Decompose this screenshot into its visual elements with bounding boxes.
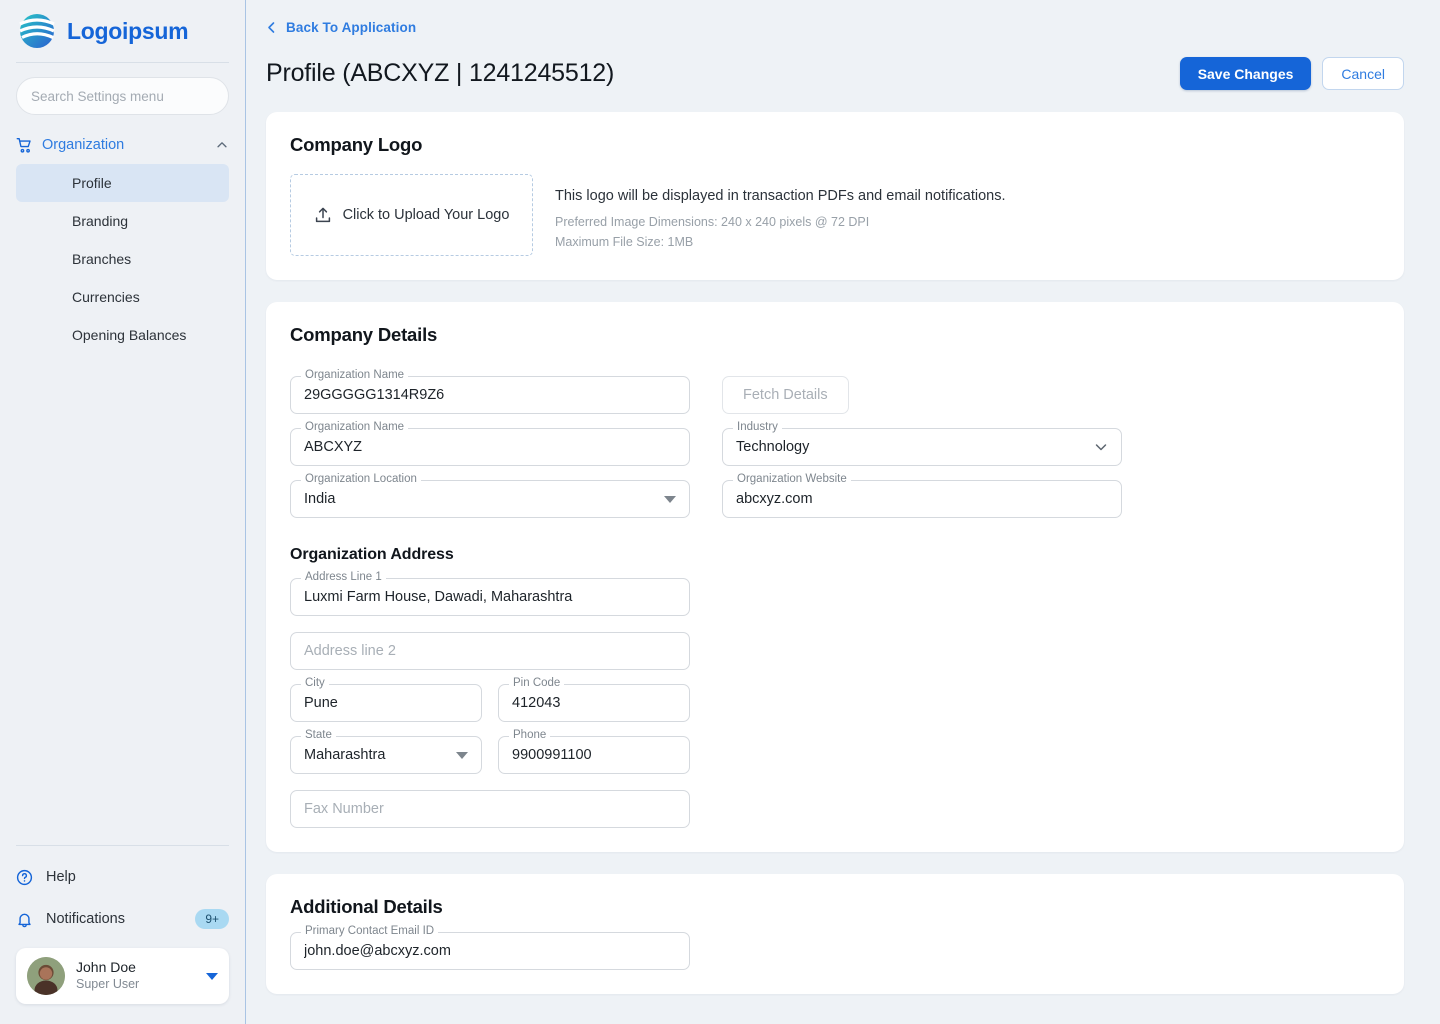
page-header: Profile (ABCXYZ | 1241245512) Save Chang…	[246, 39, 1424, 90]
sidebar-bottom-divider	[16, 845, 229, 846]
company-logo-title: Company Logo	[290, 134, 423, 155]
primary-contact-email-input[interactable]	[290, 932, 690, 970]
field-org-name: Organization Name	[290, 421, 690, 466]
sidebar-item-notifications[interactable]: Notifications 9+	[0, 898, 245, 940]
tax-id-input[interactable]	[290, 376, 690, 414]
field-address-line-2	[290, 632, 690, 670]
wave-globe-logo-icon	[16, 10, 58, 52]
logo-upload-dropzone[interactable]: Click to Upload Your Logo	[290, 174, 533, 256]
search-input[interactable]	[16, 77, 229, 115]
fetch-details-cell: Fetch Details	[722, 362, 1122, 414]
cancel-button[interactable]: Cancel	[1322, 57, 1404, 90]
user-name: John Doe	[76, 959, 136, 976]
logo-info: This logo will be displayed in transacti…	[555, 174, 1006, 251]
sidebar-item-label: Currencies	[72, 289, 140, 305]
logo-dimensions-note: Preferred Image Dimensions: 240 x 240 pi…	[555, 215, 870, 229]
main-scroll: Back To Application Profile (ABCXYZ | 12…	[246, 0, 1440, 1024]
fetch-details-button[interactable]: Fetch Details	[722, 376, 849, 414]
field-state: State	[290, 729, 482, 774]
sidebar-item-branches[interactable]: Branches	[16, 240, 229, 278]
address-line-2-input[interactable]	[290, 632, 690, 670]
org-website-input[interactable]	[722, 480, 1122, 518]
company-details-title: Company Details	[290, 324, 438, 345]
save-changes-button[interactable]: Save Changes	[1179, 57, 1312, 90]
address-line-1-input[interactable]	[290, 578, 690, 616]
help-label: Help	[46, 869, 76, 885]
sidebar-item-label: Profile	[72, 175, 112, 191]
company-details-card: Company Details Organization Name Fetch …	[266, 302, 1404, 852]
sidebar-item-help[interactable]: Help	[0, 856, 245, 898]
industry-select[interactable]	[722, 428, 1122, 466]
additional-details-card: Additional Details Primary Contact Email…	[266, 874, 1404, 994]
sidebar-item-label: Opening Balances	[72, 327, 187, 343]
company-logo-card: Company Logo Click to Upload Your Logo T…	[266, 112, 1404, 280]
organization-address-grid: Address Line 1 City Pin Code	[290, 564, 690, 828]
state-select[interactable]	[290, 736, 482, 774]
nav-group-header-organization[interactable]: Organization	[16, 130, 229, 160]
bell-icon	[16, 911, 33, 928]
header-actions: Save Changes Cancel	[1179, 57, 1404, 90]
field-pin-code: Pin Code	[498, 677, 690, 722]
org-name-input[interactable]	[290, 428, 690, 466]
field-primary-contact-email: Primary Contact Email ID	[290, 925, 690, 970]
org-location-select[interactable]	[290, 480, 690, 518]
additional-details-grid: Primary Contact Email ID	[290, 918, 690, 970]
back-to-application-link[interactable]: Back To Application	[266, 20, 416, 35]
caret-down-icon[interactable]	[206, 972, 218, 980]
sidebar-item-opening-balances[interactable]: Opening Balances	[16, 316, 229, 354]
logo-size-note: Maximum File Size: 1MB	[555, 235, 694, 250]
page-title: Profile (ABCXYZ | 1241245512)	[266, 59, 615, 87]
nav-group-label: Organization	[42, 137, 125, 153]
question-circle-icon	[16, 869, 33, 886]
field-phone: Phone	[498, 729, 690, 774]
nav-items: Profile Branding Branches Currencies Ope…	[16, 164, 229, 354]
city-input[interactable]	[290, 684, 482, 722]
user-role: Super User	[76, 976, 140, 991]
chevron-up-icon[interactable]	[215, 138, 229, 152]
organization-address-title: Organization Address	[290, 546, 454, 563]
logo-upload-label: Click to Upload Your Logo	[342, 207, 510, 223]
app-root: Logoipsum Organization	[0, 0, 1440, 1024]
phone-input[interactable]	[498, 736, 690, 774]
main-content: Back To Application Profile (ABCXYZ | 12…	[246, 0, 1440, 1024]
field-industry: Industry	[722, 421, 1122, 466]
upload-icon	[314, 206, 332, 224]
shopping-cart-icon	[16, 137, 33, 154]
sidebar-item-currencies[interactable]: Currencies	[16, 278, 229, 316]
field-org-website: Organization Website	[722, 473, 1122, 518]
user-card[interactable]: John Doe Super User	[16, 948, 229, 1004]
field-address-line-1: Address Line 1	[290, 571, 690, 616]
field-fax-number	[290, 790, 690, 828]
logo-description: This logo will be displayed in transacti…	[555, 188, 1006, 204]
sidebar-item-branding[interactable]: Branding	[16, 202, 229, 240]
user-text: John Doe Super User	[76, 959, 195, 992]
chevron-left-icon	[266, 21, 277, 34]
fax-number-input[interactable]	[290, 790, 690, 828]
brand-name: Logoipsum	[67, 17, 189, 44]
field-tax-id: Organization Name	[290, 369, 690, 414]
additional-details-title: Additional Details	[290, 896, 443, 917]
field-org-location: Organization Location	[290, 473, 690, 518]
sidebar-item-profile[interactable]: Profile	[16, 164, 229, 202]
search-wrap	[0, 63, 245, 121]
brand[interactable]: Logoipsum	[0, 0, 245, 62]
notifications-badge: 9+	[195, 909, 229, 929]
back-to-application-label: Back To Application	[286, 20, 417, 35]
company-details-grid: Organization Name Fetch Details Organiza…	[290, 362, 1380, 518]
sidebar: Logoipsum Organization	[0, 0, 246, 1024]
sidebar-item-label: Branches	[72, 251, 132, 267]
pin-code-input[interactable]	[498, 684, 690, 722]
company-logo-row: Click to Upload Your Logo This logo will…	[290, 174, 1380, 256]
sidebar-item-label: Branding	[72, 213, 129, 229]
notifications-label: Notifications	[46, 911, 125, 927]
avatar	[27, 957, 65, 995]
nav-group-organization: Organization Profile Branding Branches C…	[0, 121, 245, 354]
field-city: City	[290, 677, 482, 722]
